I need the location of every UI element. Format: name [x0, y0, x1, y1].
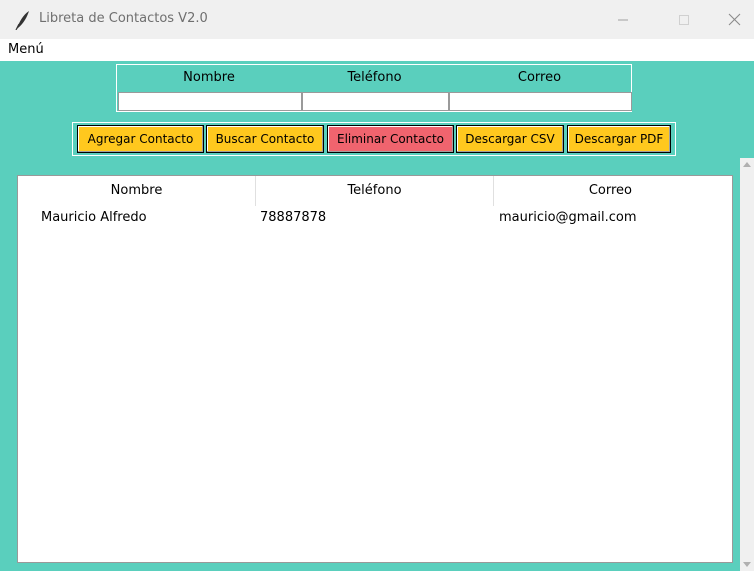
delete-contact-button[interactable]: Eliminar Contacto — [327, 125, 454, 153]
correo-input[interactable] — [449, 92, 632, 111]
nombre-input[interactable] — [118, 92, 302, 111]
maximize-button[interactable] — [660, 0, 706, 39]
download-csv-button[interactable]: Descargar CSV — [456, 125, 564, 153]
minimize-button[interactable] — [600, 0, 646, 39]
scroll-down-icon[interactable] — [743, 562, 751, 567]
scroll-up-icon[interactable] — [743, 162, 751, 167]
add-contact-button[interactable]: Agregar Contacto — [77, 125, 204, 153]
close-button[interactable] — [710, 0, 754, 39]
minimize-icon — [618, 19, 628, 21]
column-header-correo[interactable]: Correo — [494, 176, 732, 206]
search-contact-button[interactable]: Buscar Contacto — [206, 125, 324, 153]
close-icon — [728, 13, 741, 26]
menu-bar: Menú — [0, 39, 754, 61]
main-area: Nombre Teléfono Correo Agregar Contacto … — [0, 61, 754, 571]
telefono-label: Teléfono — [347, 70, 402, 85]
menu-item-menu[interactable]: Menú — [8, 42, 44, 57]
nombre-label: Nombre — [183, 70, 235, 85]
maximize-icon — [679, 15, 689, 25]
cell-correo: mauricio@gmail.com — [499, 210, 637, 225]
button-bar: Agregar Contacto Buscar Contacto Elimina… — [72, 122, 676, 156]
column-header-nombre[interactable]: Nombre — [18, 176, 256, 206]
contact-form: Nombre Teléfono Correo — [116, 64, 632, 112]
column-header-telefono[interactable]: Teléfono — [256, 176, 494, 206]
download-pdf-button[interactable]: Descargar PDF — [567, 125, 671, 153]
feather-icon — [15, 11, 29, 30]
vertical-scrollbar[interactable] — [740, 158, 754, 571]
title-bar: Libreta de Contactos V2.0 — [0, 0, 754, 39]
cell-nombre: Mauricio Alfredo — [41, 210, 147, 225]
correo-label: Correo — [517, 70, 562, 85]
cell-telefono: 78887878 — [260, 210, 327, 225]
telefono-input[interactable] — [302, 92, 449, 111]
contacts-table[interactable]: Nombre Teléfono Correo Mauricio Alfredo … — [17, 175, 733, 563]
window-title: Libreta de Contactos V2.0 — [39, 11, 208, 26]
